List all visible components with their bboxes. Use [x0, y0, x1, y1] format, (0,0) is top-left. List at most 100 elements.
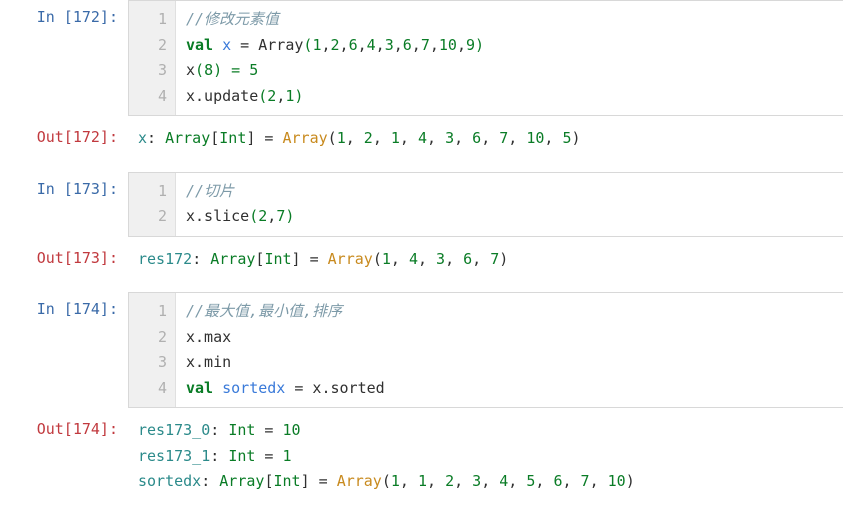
- code-editor[interactable]: //最大值,最小值,排序 x.max x.min val sortedx = x.so…: [176, 293, 843, 407]
- line-gutter: 12: [129, 173, 176, 236]
- code-token: 10: [608, 472, 626, 490]
- code-token: x.update: [186, 87, 258, 105]
- code-input-area[interactable]: 1234//修改元素值val x = Array(1,2,6,4,3,6,7,1…: [128, 0, 843, 116]
- code-token: :: [147, 129, 165, 147]
- line-gutter: 1234: [129, 293, 176, 407]
- line-gutter: 1234: [129, 1, 176, 115]
- out-prompt: Out[174]:: [0, 412, 128, 438]
- code-token: ,: [373, 129, 391, 147]
- output-line: sortedx: Array[Int] = Array(1, 1, 2, 3, …: [138, 469, 833, 495]
- code-editor[interactable]: //切片x.slice(2,7): [176, 173, 843, 236]
- output-area: x: Array[Int] = Array(1, 2, 1, 4, 3, 6, …: [128, 120, 843, 158]
- code-token: ): [499, 250, 508, 268]
- code-token: ,: [457, 36, 466, 54]
- code-line[interactable]: val x = Array(1,2,6,4,3,6,7,10,9): [186, 33, 833, 59]
- code-line[interactable]: x.min: [186, 350, 833, 376]
- code-token: res173_1: [138, 447, 210, 465]
- output-line: res173_0: Int = 10: [138, 418, 833, 444]
- code-token: 4: [499, 472, 508, 490]
- output-row: Out[172]:x: Array[Int] = Array(1, 2, 1, …: [0, 120, 843, 172]
- code-line[interactable]: val sortedx = x.sorted: [186, 376, 833, 402]
- code-line[interactable]: x.update(2,1): [186, 84, 833, 110]
- code-token: ,: [346, 129, 364, 147]
- code-token: 8: [204, 61, 213, 79]
- code-token: Array: [337, 472, 382, 490]
- code-input-area[interactable]: 1234 //最大值,最小值,排序 x.max x.min val sortedx = …: [128, 292, 843, 408]
- code-token: ,: [430, 36, 439, 54]
- code-token: 2: [445, 472, 454, 490]
- output-line: x: Array[Int] = Array(1, 2, 1, 4, 3, 6, …: [138, 126, 833, 152]
- code-token: sortedx: [222, 379, 285, 397]
- code-token: ): [572, 129, 581, 147]
- gutter-line-number: 2: [129, 33, 167, 59]
- gutter-line-number: 4: [129, 376, 167, 402]
- in-prompt: In [172]:: [0, 0, 128, 26]
- code-token: ): [475, 36, 484, 54]
- code-token: 10: [439, 36, 457, 54]
- code-token: Array: [219, 472, 264, 490]
- code-token: ] =: [246, 129, 282, 147]
- code-token: 2: [331, 36, 340, 54]
- code-token: ] =: [292, 250, 328, 268]
- code-line[interactable]: x.max: [186, 325, 833, 351]
- code-token: Int: [273, 472, 300, 490]
- code-input-area[interactable]: 12//切片x.slice(2,7): [128, 172, 843, 237]
- code-token: = x.sorted: [285, 379, 384, 397]
- code-token: x.max: [186, 328, 231, 346]
- input-row: In [173]:12//切片x.slice(2,7): [0, 172, 843, 241]
- output-row: Out[174]:res173_0: Int = 10res173_1: Int…: [0, 412, 843, 515]
- code-token: val: [186, 36, 222, 54]
- code-line[interactable]: //最大值,最小值,排序: [186, 299, 833, 325]
- code-line[interactable]: x.slice(2,7): [186, 204, 833, 230]
- gutter-line-number: 3: [129, 350, 167, 376]
- code-token: ,: [544, 129, 562, 147]
- code-token: 3: [385, 36, 394, 54]
- output-row: Out[173]:res172: Array[Int] = Array(1, 4…: [0, 241, 843, 293]
- code-token: x.min: [186, 353, 231, 371]
- code-token: //最大值,最小值,排序: [186, 302, 342, 320]
- code-token: =: [255, 421, 282, 439]
- code-token: [: [210, 129, 219, 147]
- code-token: ,: [394, 36, 403, 54]
- code-token: ,: [427, 472, 445, 490]
- code-token: 2: [267, 87, 276, 105]
- code-token: sortedx: [138, 472, 201, 490]
- code-token: ] =: [301, 472, 337, 490]
- code-token: 1: [382, 250, 391, 268]
- output-line: res173_1: Int = 1: [138, 444, 833, 470]
- code-token: ): [213, 61, 222, 79]
- code-editor[interactable]: //修改元素值val x = Array(1,2,6,4,3,6,7,10,9)…: [176, 1, 843, 115]
- output-area: res172: Array[Int] = Array(1, 4, 3, 6, 7…: [128, 241, 843, 279]
- code-token: 1: [391, 129, 400, 147]
- code-token: ,: [481, 129, 499, 147]
- code-token: :: [192, 250, 210, 268]
- code-token: ): [294, 87, 303, 105]
- code-token: 6: [349, 36, 358, 54]
- output-area: res173_0: Int = 10res173_1: Int = 1sorte…: [128, 412, 843, 501]
- code-token: :: [210, 447, 228, 465]
- code-token: Int: [219, 129, 246, 147]
- code-token: ,: [412, 36, 421, 54]
- gutter-line-number: 3: [129, 58, 167, 84]
- code-token: ): [626, 472, 635, 490]
- code-token: 3: [436, 250, 445, 268]
- code-line[interactable]: //切片: [186, 179, 833, 205]
- code-token: (: [373, 250, 382, 268]
- code-token: Array: [283, 129, 328, 147]
- code-token: :: [201, 472, 219, 490]
- code-token: (: [195, 61, 204, 79]
- gutter-line-number: 2: [129, 204, 167, 230]
- gutter-line-number: 1: [129, 179, 167, 205]
- code-token: = Array: [231, 36, 303, 54]
- code-token: ,: [276, 87, 285, 105]
- code-line[interactable]: //修改元素值: [186, 7, 833, 33]
- code-token: ,: [340, 36, 349, 54]
- notebook-cell: In [172]:1234//修改元素值val x = Array(1,2,6,…: [0, 0, 843, 172]
- code-token: ,: [590, 472, 608, 490]
- code-token: ,: [472, 250, 490, 268]
- code-token: ,: [267, 207, 276, 225]
- code-token: :: [210, 421, 228, 439]
- code-token: 1: [283, 447, 292, 465]
- gutter-line-number: 1: [129, 7, 167, 33]
- code-line[interactable]: x(8) = 5: [186, 58, 833, 84]
